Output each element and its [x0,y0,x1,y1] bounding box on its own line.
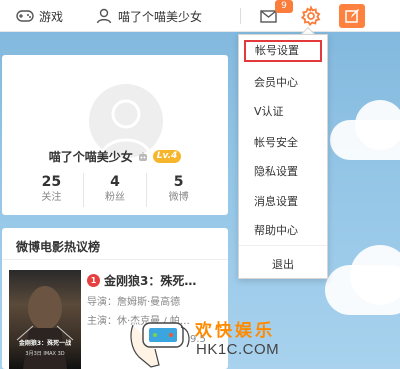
top-nav-bar: 游戏 喵了个喵美少女 9 [0,0,400,32]
stat-posts[interactable]: 5 微博 [147,173,210,207]
level-badge[interactable]: Lv.4 [152,150,182,163]
menu-item-privacy[interactable]: 隐私设置 [239,161,327,183]
stat-value: 4 [110,174,120,190]
gamepad-icon [16,10,34,22]
watermark-gamepad-hand-icon [130,322,190,368]
robot-icon [138,151,147,161]
stat-value: 5 [173,174,184,190]
menu-item-membership[interactable]: 会员中心 [239,72,327,94]
poster-title: 金刚狼3：殊死一战 [18,340,72,347]
menu-item-verification[interactable]: V认证 [239,101,327,123]
cloud-decoration [355,100,400,150]
profile-stats: 25 关注 4 粉丝 5 微博 [20,173,210,207]
stat-value: 25 [41,174,62,190]
stat-label: 关注 [41,192,62,203]
games-link[interactable]: 游戏 [16,6,63,26]
stat-followers[interactable]: 4 粉丝 [84,173,148,207]
mail-count-badge: 9 [275,0,293,13]
stat-following[interactable]: 25 关注 [20,173,84,207]
menu-item-account-settings[interactable]: 帐号设置 [244,40,322,62]
compose-post-button[interactable] [339,4,365,28]
watermark-url: HK1C.COM [196,341,280,358]
menu-item-notifications[interactable]: 消息设置 [239,191,327,213]
user-name-label: 喵了个喵美少女 [118,9,203,24]
movie-poster[interactable]: 金刚狼3：殊死一战 3月3日 IMAX 3D [9,270,81,369]
menu-item-logout[interactable]: 退出 [239,254,327,276]
games-label: 游戏 [39,9,64,24]
menu-item-account-security[interactable]: 帐号安全 [239,132,327,154]
movie-name[interactable]: 金刚狼3：殊死… [104,272,196,289]
stat-label: 微博 [168,192,189,203]
watermark-text: 欢快娱乐 [195,321,275,341]
avatar[interactable] [89,84,163,158]
movie-ranking-title: 微博电影热议榜 [16,240,101,254]
profile-name[interactable]: 喵了个喵美少女 [49,148,133,165]
settings-button[interactable] [300,5,322,27]
edit-icon [345,9,359,23]
rank-badge: 1 [87,274,100,287]
card-divider [2,259,228,260]
user-profile-link[interactable]: 喵了个喵美少女 [96,6,202,26]
default-avatar-icon [99,99,153,158]
poster-subtitle: 3月3日 IMAX 3D [25,351,65,357]
menu-item-help-center[interactable]: 帮助中心 [239,220,327,242]
stat-label: 粉丝 [105,192,125,203]
gear-icon [300,5,321,26]
menu-divider [239,245,327,246]
profile-name-row: 喵了个喵美少女 Lv.4 [2,148,228,165]
nav-divider [240,8,241,24]
settings-dropdown-menu: 帐号设置 会员中心 V认证 帐号安全 隐私设置 消息设置 帮助中心 退出 [238,34,328,279]
user-icon [96,8,112,24]
profile-card: 喵了个喵美少女 Lv.4 25 关注 4 粉丝 5 微博 [2,55,228,215]
